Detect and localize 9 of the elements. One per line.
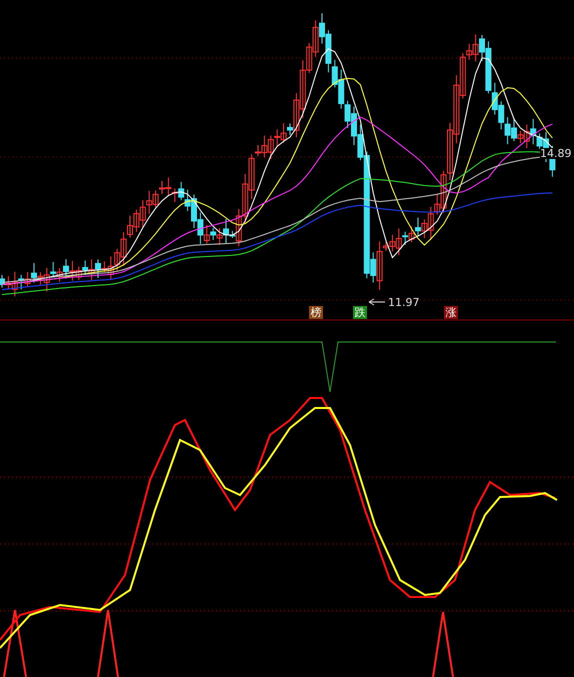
pointer-arrow-icon [368, 298, 386, 306]
signal-badge: 跌 [353, 306, 367, 319]
signal-badge: 榜 [309, 306, 323, 319]
price-label: 11.97 [388, 297, 420, 308]
signal-badge: 涨 [444, 306, 458, 319]
signal-spike [432, 611, 454, 677]
price-label: 14.89 [540, 148, 572, 159]
signal-spike [97, 609, 119, 677]
signal-spike [3, 609, 27, 677]
